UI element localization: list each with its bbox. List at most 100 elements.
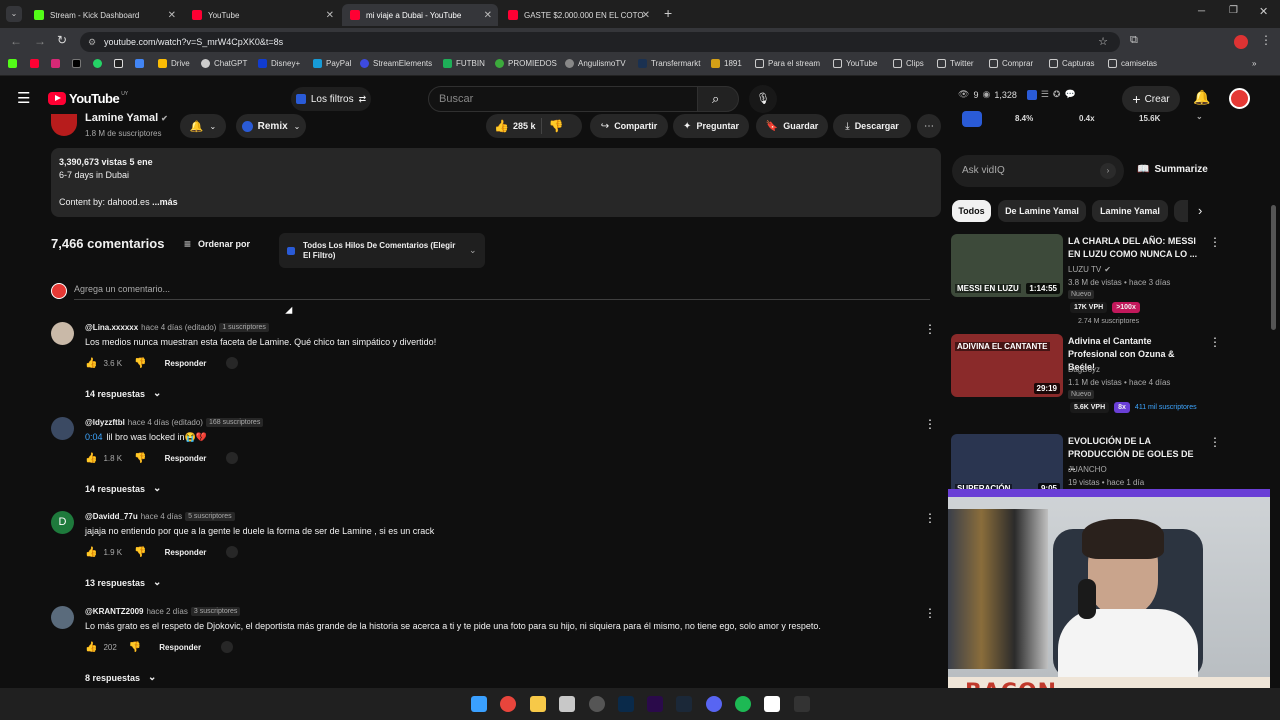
more-bookmarks-icon[interactable]: » <box>1252 59 1256 68</box>
kick-bookmark-icon[interactable] <box>8 59 21 68</box>
restore-button[interactable]: ❐ <box>1229 5 1238 16</box>
profile-avatar[interactable] <box>1234 35 1248 49</box>
save-button[interactable]: 🔖 Guardar <box>756 114 828 138</box>
chip-todos[interactable]: Todos <box>952 200 991 222</box>
video-thumbnail[interactable]: MESSI EN LUZU 1:14:55 <box>951 234 1063 297</box>
video-channel[interactable]: JUANCHO <box>1068 463 1107 476</box>
channel-name[interactable]: Lamine Yamal ✔ <box>85 111 168 123</box>
ask-button[interactable]: ✦ Preguntar <box>673 114 749 138</box>
chip-de-lamine-yamal[interactable]: De Lamine Yamal <box>998 200 1086 222</box>
bookmark-transfermarkt[interactable]: Transfermarkt <box>638 59 701 68</box>
bookmark-angulismotv[interactable]: AngulismoTV <box>565 59 626 68</box>
comment-avatar[interactable] <box>51 417 74 440</box>
url-field[interactable]: ⚙ youtube.com/watch?v=S_mrW4CpXK0&t=8s ☆ <box>80 32 1120 52</box>
share-button[interactable]: ↪ Compartir <box>590 114 668 138</box>
close-window-button[interactable]: ✕ <box>1259 5 1268 18</box>
file-explorer-icon[interactable] <box>530 696 546 712</box>
premiere-icon[interactable] <box>647 696 663 712</box>
folder-twitter[interactable]: Twitter <box>937 59 974 68</box>
thumbs-down-icon[interactable]: 👎 <box>134 358 146 369</box>
send-arrow-icon[interactable]: › <box>1100 163 1116 179</box>
summarize-button[interactable]: 📖 Summarize <box>1137 164 1208 175</box>
new-tab-button[interactable]: + <box>664 5 672 21</box>
chevron-down-icon[interactable]: ⌄ <box>1196 112 1203 121</box>
tab-mi-viaje-dubai[interactable]: mi viaje a Dubai - YouTube ✕ <box>342 4 498 26</box>
folder-para-el-stream[interactable]: Para el stream <box>755 59 820 68</box>
vidiq-reply-icon[interactable] <box>226 357 239 369</box>
folder-comprar[interactable]: Comprar <box>989 59 1033 68</box>
bookmark-drive[interactable]: Drive <box>158 59 190 68</box>
folder-capturas[interactable]: Capturas <box>1049 59 1094 68</box>
chip-partial[interactable] <box>1174 200 1188 222</box>
vidiq-reply-icon[interactable] <box>226 546 239 558</box>
tab-list-button[interactable]: ⌄ <box>6 6 22 22</box>
bookmark-item[interactable] <box>114 59 127 68</box>
thumbs-down-icon[interactable]: 👎 <box>129 642 141 653</box>
comment-menu-icon[interactable]: ⋮ <box>924 606 936 620</box>
thumbs-up-icon[interactable]: 👍 <box>85 642 97 653</box>
show-more-link[interactable]: ...más <box>152 197 178 207</box>
bookmark-1891[interactable]: 1891 <box>711 59 742 68</box>
video-menu-icon[interactable]: ⋮ <box>1209 435 1221 449</box>
vidiq-stats-bar[interactable]: 👁 9 ◉ 1,328 ☰ ✪ 💬 <box>958 89 1076 100</box>
whatsapp-bookmark-icon[interactable] <box>93 59 106 68</box>
channel-avatar[interactable] <box>51 114 77 136</box>
sort-comments-button[interactable]: ≡ Ordenar por <box>184 237 250 251</box>
minimize-button[interactable]: ─ <box>1198 6 1205 17</box>
tab-kick-dashboard[interactable]: Stream - Kick Dashboard ✕ <box>26 4 182 26</box>
extensions-icon[interactable]: ⧉ <box>1130 34 1138 47</box>
vidiq-reply-icon[interactable] <box>221 641 234 653</box>
replies-toggle[interactable]: 14 respuestas ⌄ <box>85 483 161 494</box>
back-icon[interactable]: ← <box>10 34 22 48</box>
chrome-icon[interactable] <box>500 696 516 712</box>
notifications-subscribe-button[interactable]: 🔔 ⌄ <box>180 114 226 138</box>
close-icon[interactable]: ✕ <box>326 10 334 21</box>
bookmark-disney[interactable]: Disney+ <box>258 59 300 68</box>
spotify-icon[interactable] <box>735 696 751 712</box>
comment-author[interactable]: @Davidd_77u <box>85 512 138 521</box>
youtube-logo[interactable]: YouTube UY <box>48 91 128 106</box>
comment-author[interactable]: @Lina.xxxxxx <box>85 323 138 332</box>
reload-icon[interactable]: ↻ <box>57 33 67 47</box>
tab-gaste-coto[interactable]: GASTE $2.000.000 EN EL COTO ✕ <box>500 4 656 26</box>
forward-icon[interactable]: → <box>34 34 46 48</box>
replies-toggle[interactable]: 8 respuestas ⌄ <box>85 672 156 683</box>
chevron-right-icon[interactable]: › <box>1198 203 1202 218</box>
vidiq-reply-icon[interactable] <box>226 452 239 464</box>
notifications-bell-icon[interactable]: 🔔 <box>1193 89 1210 106</box>
x-bookmark-icon[interactable] <box>72 59 85 68</box>
video-menu-icon[interactable]: ⋮ <box>1209 235 1221 249</box>
close-icon[interactable]: ✕ <box>168 10 176 21</box>
windows-start-icon[interactable] <box>471 696 487 712</box>
scrollbar[interactable] <box>1271 205 1276 330</box>
bookmark-streamelements[interactable]: StreamElements <box>360 59 432 68</box>
close-icon[interactable]: ✕ <box>484 10 492 21</box>
youtube-bookmark-icon[interactable] <box>30 59 43 68</box>
site-info-icon[interactable]: ⚙ <box>88 32 96 52</box>
more-actions-button[interactable]: ⋯ <box>917 114 941 138</box>
reply-button[interactable]: Responder <box>159 643 201 652</box>
voice-search-button[interactable]: 🎙 <box>749 85 777 113</box>
thumbs-down-icon[interactable]: 👎 <box>134 453 146 464</box>
app-icon[interactable] <box>589 696 605 712</box>
folder-camisetas[interactable]: camisetas <box>1108 59 1157 68</box>
video-channel[interactable]: BagBoyz <box>1068 363 1100 376</box>
menu-icon[interactable]: ⋮ <box>1260 33 1272 47</box>
close-icon[interactable]: ✕ <box>642 10 650 21</box>
comment-time[interactable]: hace 4 días <box>141 512 182 521</box>
bookmark-item[interactable] <box>135 59 148 68</box>
filters-button[interactable]: Los filtros ⇄ <box>291 87 371 111</box>
ask-vidiq-input[interactable]: Ask vidIQ › <box>952 155 1124 187</box>
bookmark-promiedos[interactable]: PROMIEDOS <box>495 59 557 68</box>
hamburger-menu-icon[interactable]: ☰ <box>17 89 30 107</box>
video-thumbnail[interactable]: SUPERACIÓN 9:05 <box>951 434 1063 497</box>
app-icon[interactable] <box>559 696 575 712</box>
add-comment-input[interactable]: Agrega un comentario... <box>74 284 930 300</box>
comment-menu-icon[interactable]: ⋮ <box>924 511 936 525</box>
reply-button[interactable]: Responder <box>165 548 207 557</box>
video-channel[interactable]: LUZU TV ✔ <box>1068 263 1111 276</box>
replies-toggle[interactable]: 14 respuestas ⌄ <box>85 388 161 399</box>
video-thumbnail[interactable]: ADIVINA EL CANTANTE 29:19 <box>951 334 1063 397</box>
instagram-bookmark-icon[interactable] <box>51 59 64 68</box>
bookmark-chatgpt[interactable]: ChatGPT <box>201 59 247 68</box>
